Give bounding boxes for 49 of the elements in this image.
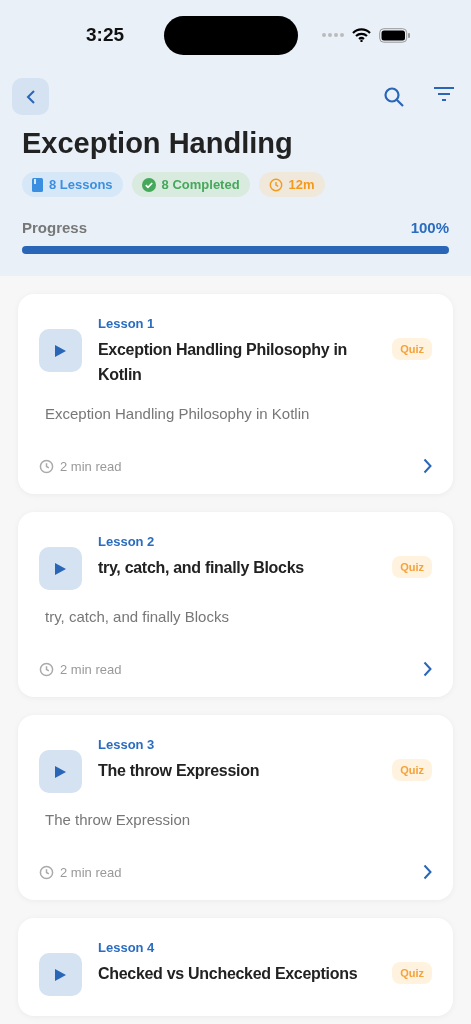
chevron-right-icon[interactable]: [423, 864, 432, 880]
lesson-description: The throw Expression: [45, 811, 192, 828]
stat-chip: 8 Lessons: [22, 172, 123, 197]
clock-icon: [268, 177, 283, 192]
clock-icon: [39, 864, 54, 880]
clock-icon: [39, 458, 54, 474]
lesson-number: Lesson 1: [98, 316, 156, 331]
lesson-description: try, catch, and finally Blocks: [45, 608, 230, 625]
play-icon: [55, 344, 66, 357]
book-icon: [32, 177, 43, 192]
play-icon: [55, 968, 66, 981]
progress-value: 100%: [410, 219, 449, 236]
status-time: 3:25: [85, 24, 125, 46]
play-icon: [55, 765, 66, 778]
chevron-right-icon[interactable]: [423, 661, 432, 677]
back-icon: [25, 88, 36, 105]
check-circle-icon: [141, 177, 156, 192]
lesson-number: Lesson 2: [98, 534, 156, 549]
lesson-title: Checked vs Unchecked Exceptions: [98, 964, 359, 984]
lesson-number: Lesson 3: [98, 737, 156, 752]
lesson-number: Lesson 4: [98, 940, 156, 955]
lesson-card[interactable]: Lesson 4 Checked vs Unchecked Exceptions Quiz: [18, 918, 453, 1016]
lesson-title: The throw Expression: [98, 761, 261, 781]
lesson-description: Exception Handling Philosophy in Kotlin: [45, 405, 311, 422]
lesson-title: try, catch, and finally Blocks: [98, 558, 305, 578]
quiz-tag: Quiz: [392, 962, 432, 984]
quiz-tag: Quiz: [392, 556, 432, 578]
back-button[interactable]: [12, 78, 49, 115]
lesson-card[interactable]: Lesson 1 Exception Handling Philosophy in Kotlin Quiz Exception Handling Philosophy in Kotlin 2 min read: [18, 294, 453, 494]
course-title: Exception Handling: [22, 127, 294, 160]
lesson-card[interactable]: Lesson 2 try, catch, and finally Blocks Quiz try, catch, and finally Blocks 2 min read: [18, 512, 453, 697]
lesson-card[interactable]: Lesson 3 The throw Expression Quiz The throw Expression 2 min read: [18, 715, 453, 900]
search-icon: [383, 85, 405, 108]
quiz-tag: Quiz: [392, 338, 432, 360]
lesson-title: Exception Handling Philosophy in Kotlin: [98, 340, 349, 385]
progress-label: Progress: [22, 219, 88, 236]
quiz-tag: Quiz: [392, 759, 432, 781]
filter-icon: [433, 85, 455, 102]
read-time: 2 min read: [60, 458, 122, 474]
play-icon: [55, 562, 66, 575]
chevron-right-icon[interactable]: [423, 458, 432, 474]
stat-chip: 8 Completed: [131, 172, 250, 197]
read-time: 2 min read: [60, 661, 122, 677]
read-time: 2 min read: [60, 864, 122, 880]
battery-icon: [379, 27, 411, 43]
clock-icon: [39, 661, 54, 677]
wifi-icon: [352, 28, 371, 42]
signal-icon: [322, 33, 344, 37]
stat-chip: 12m: [258, 172, 325, 197]
